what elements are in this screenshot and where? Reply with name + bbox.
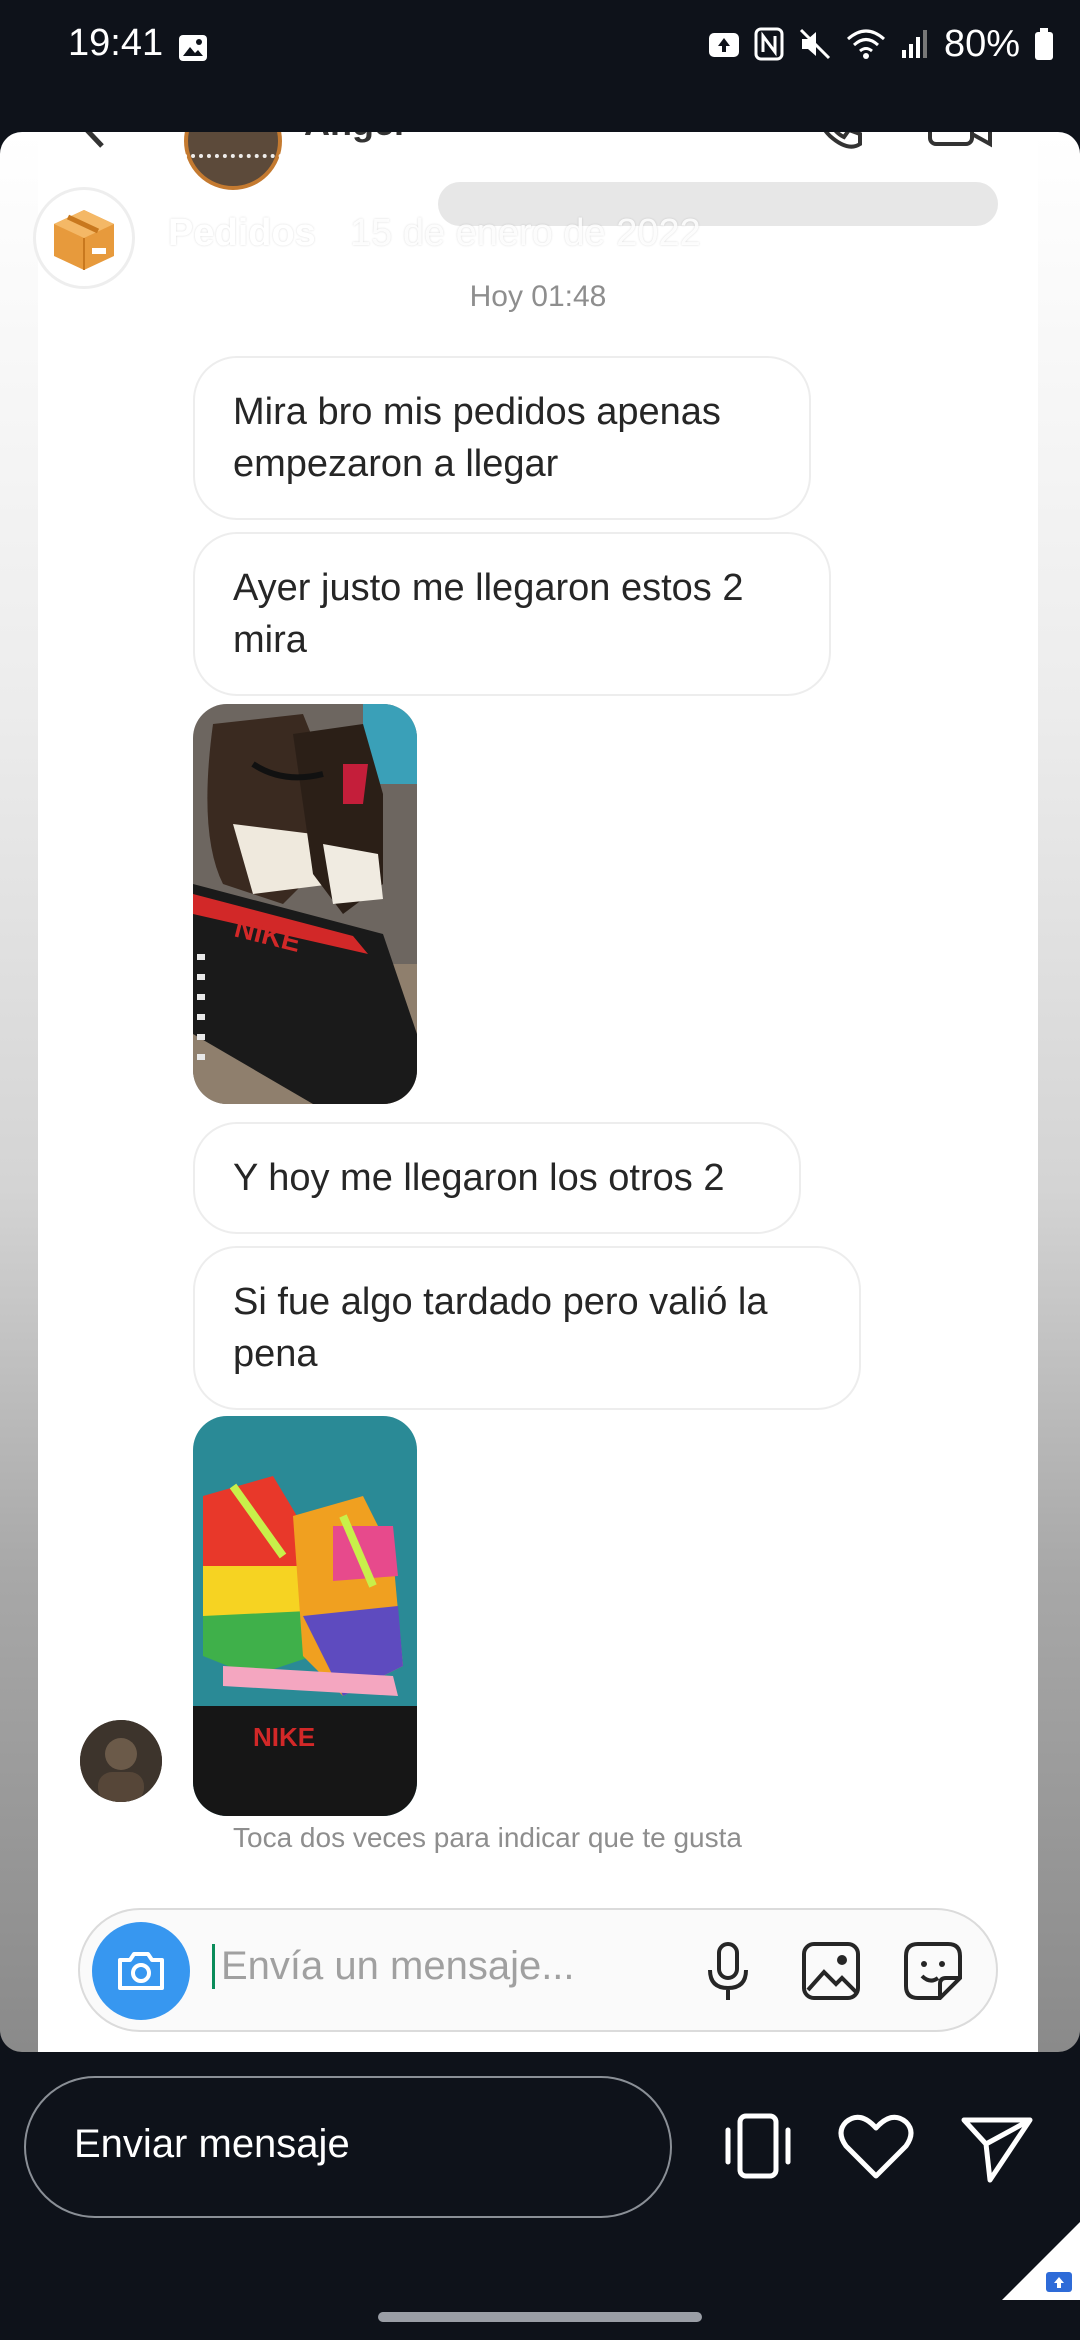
package-icon bbox=[54, 210, 114, 270]
story-date: 15 de enero de 2022 bbox=[350, 212, 701, 254]
microphone-icon[interactable] bbox=[698, 1940, 758, 2004]
sneakers-image-2: NIKE bbox=[193, 1416, 417, 1816]
status-bar: 19:41 80% bbox=[0, 0, 1080, 80]
svg-text:NIKE: NIKE bbox=[253, 1722, 315, 1752]
vibrate-icon[interactable] bbox=[716, 2104, 800, 2188]
status-icons: 80% bbox=[708, 22, 1054, 65]
mute-icon bbox=[799, 28, 830, 60]
message-input[interactable]: Envía un mensaje... bbox=[212, 1944, 575, 1989]
message-bubble: Mira bro mis pedidos apenas empezaron a … bbox=[193, 356, 811, 520]
status-time: 19:41 bbox=[68, 22, 164, 64]
battery-percent: 80% bbox=[943, 22, 1020, 65]
home-indicator[interactable] bbox=[378, 2312, 702, 2322]
sneakers-image-1: NIKE bbox=[193, 704, 417, 1104]
sender-avatar[interactable] bbox=[80, 1720, 162, 1802]
reply-placeholder: Enviar mensaje bbox=[74, 2122, 350, 2166]
message-timestamp: Hoy 01:48 bbox=[469, 280, 607, 313]
message-bubble: Ayer justo me llegaron estos 2 mira bbox=[193, 532, 831, 696]
wifi-icon bbox=[846, 29, 885, 59]
avatar-image bbox=[80, 1720, 162, 1802]
gallery-icon bbox=[179, 35, 207, 61]
signal-icon bbox=[901, 30, 927, 58]
camera-icon bbox=[118, 1952, 164, 1990]
send-icon[interactable] bbox=[954, 2104, 1038, 2188]
gallery-icon[interactable] bbox=[800, 1940, 862, 2002]
chat-avatar bbox=[184, 132, 282, 190]
story-card[interactable]: Angel Hoy 01:48 Mira bro mis pedidos ape… bbox=[0, 132, 1080, 2052]
back-arrow-icon bbox=[85, 132, 104, 148]
story-progress-dots bbox=[0, 154, 1080, 158]
sticker-icon[interactable] bbox=[902, 1940, 964, 2002]
double-tap-hint: Toca dos veces para indicar que te gusta bbox=[233, 1822, 742, 1853]
reply-input[interactable]: Enviar mensaje bbox=[24, 2076, 672, 2218]
notification-icon bbox=[708, 33, 739, 57]
folder-corner-icon bbox=[1002, 2222, 1080, 2300]
message-bubble: Si fue algo tardado pero valió la pena bbox=[193, 1246, 861, 1410]
camera-button[interactable] bbox=[92, 1922, 190, 2020]
message-composer: Envía un mensaje... bbox=[78, 1908, 998, 2032]
story-title: Pedidos bbox=[168, 212, 316, 254]
chat-screenshot: Angel Hoy 01:48 Mira bro mis pedidos ape… bbox=[38, 132, 1038, 2052]
video-call-icon bbox=[928, 132, 992, 148]
message-bubble: Y hoy me llegaron los otros 2 bbox=[193, 1122, 801, 1234]
nfc-icon bbox=[754, 27, 784, 61]
more-options-icon[interactable] bbox=[996, 208, 1012, 268]
battery-icon bbox=[1035, 28, 1053, 60]
story-avatar[interactable] bbox=[36, 190, 132, 286]
sneakers-photo-1[interactable]: NIKE bbox=[193, 704, 417, 1104]
chat-contact-name: Angel bbox=[304, 132, 404, 144]
heart-icon[interactable] bbox=[834, 2104, 918, 2188]
sneakers-photo-2[interactable]: NIKE bbox=[193, 1416, 417, 1816]
phone-icon bbox=[823, 132, 862, 149]
